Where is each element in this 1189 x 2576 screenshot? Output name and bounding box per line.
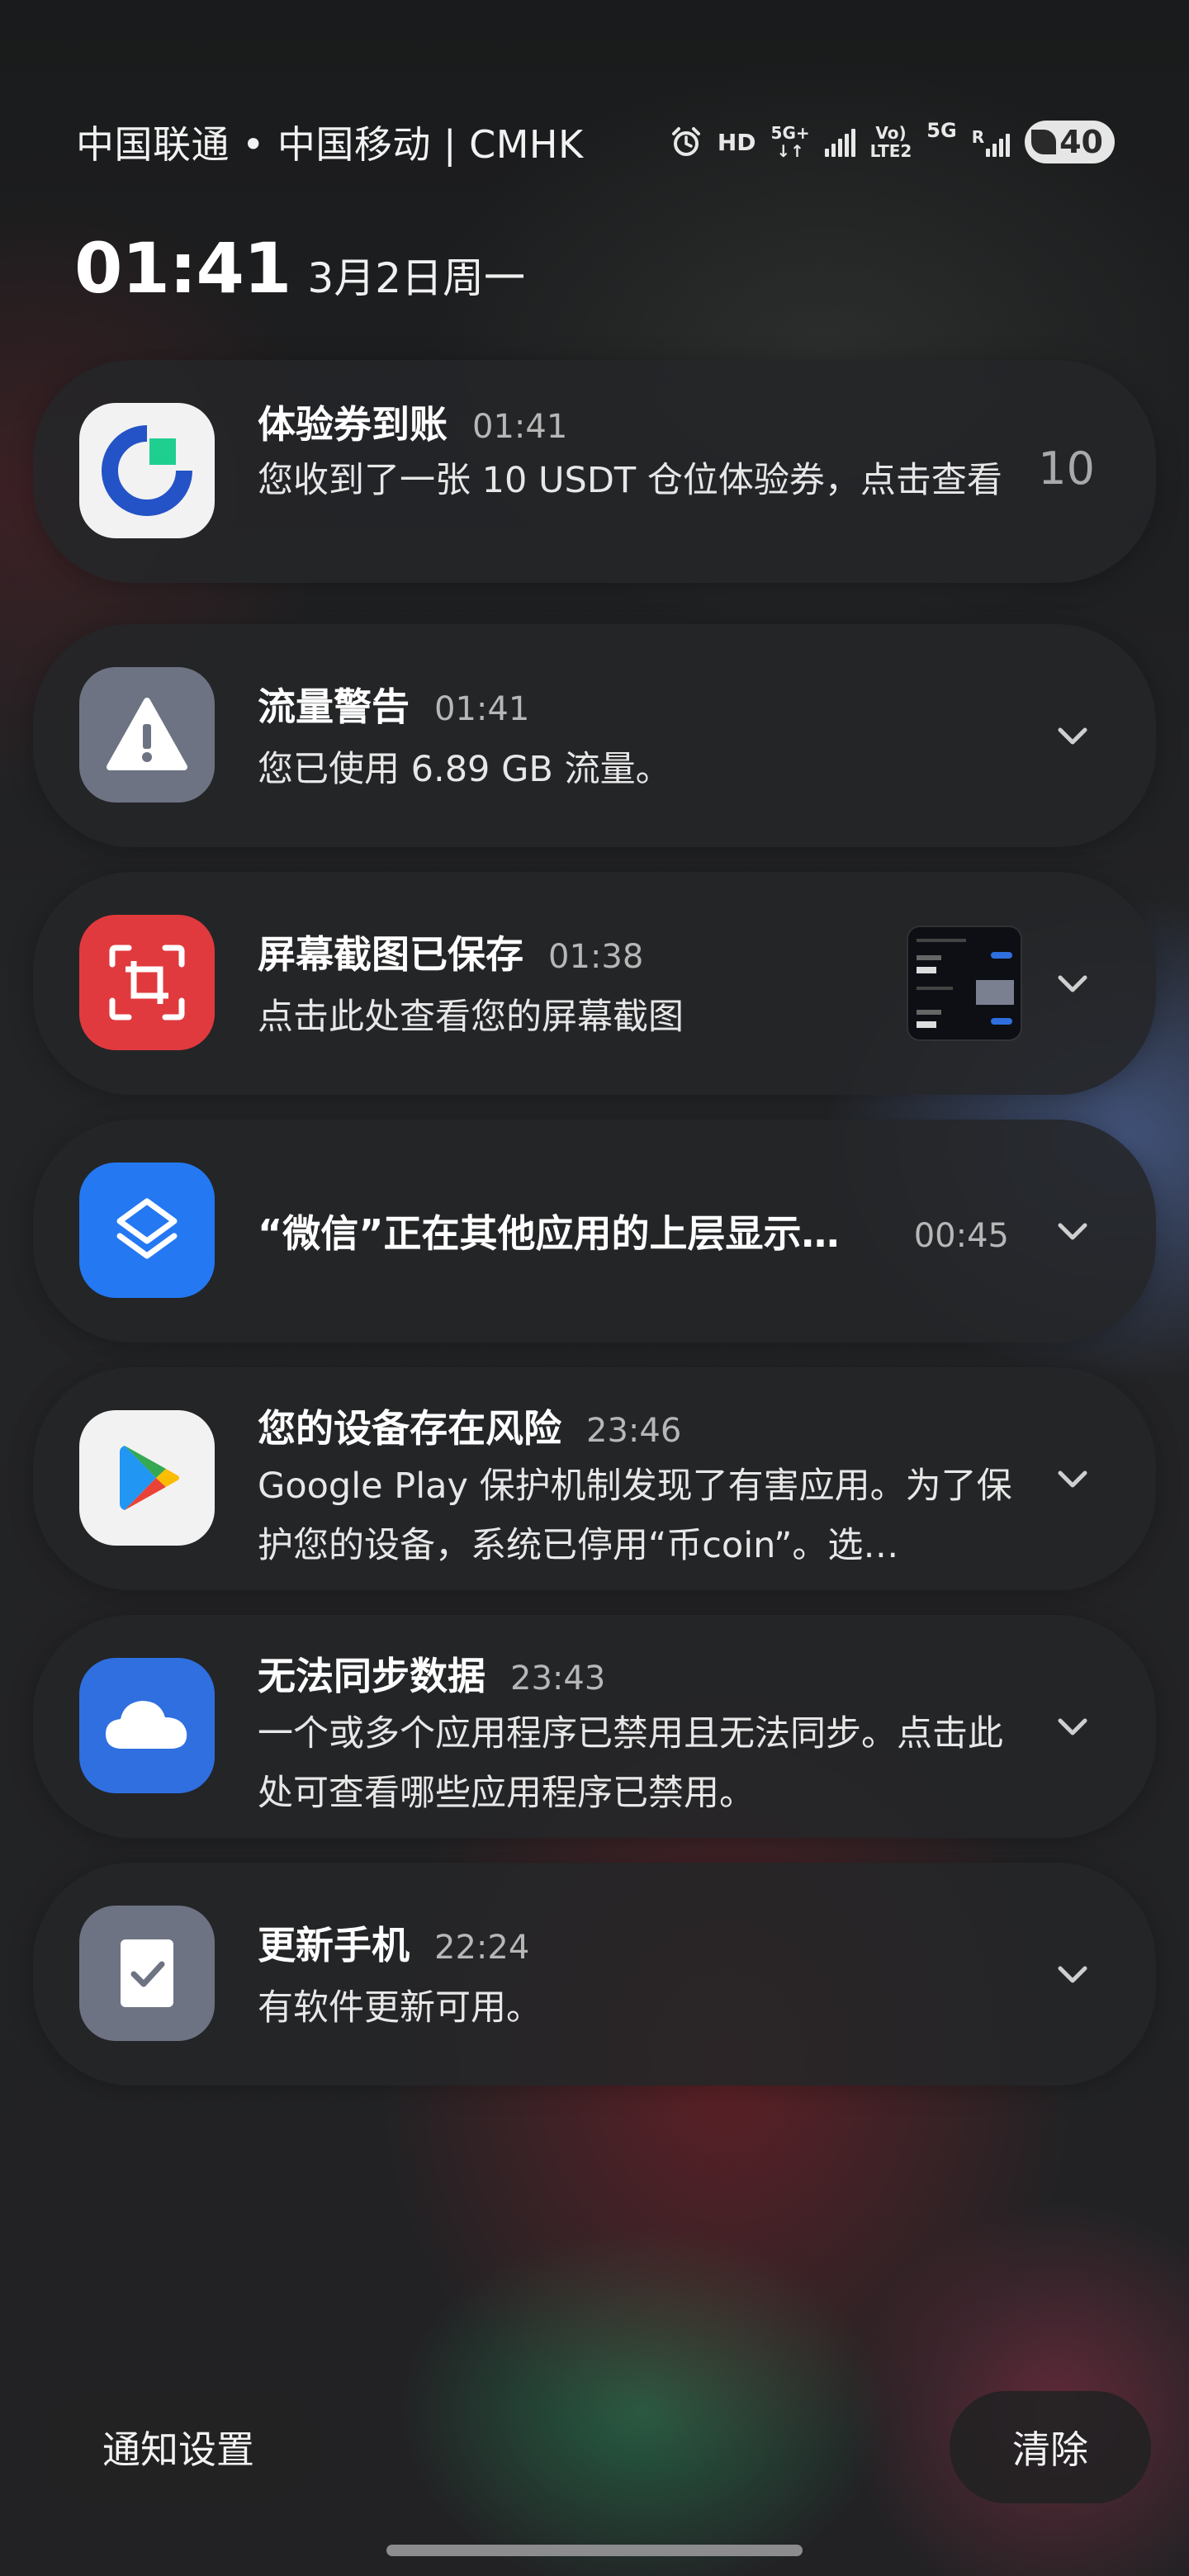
notification-card-screenshot[interactable]: 屏幕截图已保存 01:38 点击此处查看您的屏幕截图 bbox=[33, 872, 1156, 1095]
clock-date: 3月2日周一 bbox=[307, 254, 526, 302]
notification-time: 01:41 bbox=[472, 408, 568, 446]
battery-level: 40 bbox=[1059, 124, 1103, 160]
header-clock: 01:41 3月2日周一 bbox=[74, 228, 525, 309]
notification-card-wechat-overlay[interactable]: “微信”正在其他应用的上层显示… 00:45 bbox=[33, 1120, 1156, 1342]
notification-card-data-warning[interactable]: 流量警告 01:41 您已使用 6.89 GB 流量。 bbox=[33, 624, 1156, 847]
notification-card-device-risk[interactable]: 您的设备存在风险 23:46 Google Play 保护机制发现了有害应用。为… bbox=[33, 1367, 1156, 1590]
roaming-label: R bbox=[971, 127, 985, 147]
volte-label: Vo) bbox=[875, 123, 907, 143]
notification-body: 有软件更新可用。 bbox=[258, 1987, 542, 2029]
notification-time: 01:41 bbox=[434, 690, 530, 728]
notification-time: 23:43 bbox=[510, 1660, 606, 1698]
power-saving-leaf-icon bbox=[1031, 130, 1057, 154]
notification-time: 00:45 bbox=[913, 1217, 1009, 1255]
notification-title: 无法同步数据 bbox=[258, 1654, 486, 1698]
chevron-down-icon[interactable] bbox=[1054, 1955, 1092, 1993]
lte2-label: LTE2 bbox=[869, 141, 912, 161]
chevron-down-icon[interactable] bbox=[1054, 1460, 1092, 1498]
notification-title: “微信”正在其他应用的上层显示… bbox=[258, 1211, 840, 1256]
notification-title: 流量警告 bbox=[258, 684, 410, 729]
signal-icon bbox=[824, 127, 855, 157]
notification-count: 10 bbox=[1038, 443, 1095, 495]
notification-title: 更新手机 bbox=[258, 1923, 410, 1968]
crypto-exchange-icon bbox=[79, 403, 215, 538]
clear-all-button[interactable]: 清除 bbox=[950, 2391, 1151, 2503]
data-arrows-icon: ↓↑ bbox=[776, 141, 804, 161]
battery-indicator: 40 bbox=[1025, 121, 1115, 163]
cloud-icon bbox=[79, 1658, 215, 1793]
notification-card-software-update[interactable]: 更新手机 22:24 有软件更新可用。 bbox=[33, 1863, 1156, 2086]
alarm-icon bbox=[671, 127, 700, 156]
chevron-down-icon[interactable] bbox=[1054, 717, 1092, 755]
notification-time: 22:24 bbox=[434, 1929, 530, 1967]
warning-icon bbox=[79, 667, 215, 803]
notification-body: 您收到了一张 10 USDT 仓位体验券，点击查看 bbox=[258, 460, 1002, 501]
notification-title: 体验券到账 bbox=[258, 402, 448, 447]
notification-card-voucher[interactable]: 体验券到账 01:41 您收到了一张 10 USDT 仓位体验券，点击查看 10 bbox=[33, 360, 1156, 583]
notification-body: 您已使用 6.89 GB 流量。 bbox=[258, 749, 671, 790]
notification-body: 一个或多个应用程序已禁用且无法同步。点击此处可查看哪些应用程序已禁用。 bbox=[258, 1713, 1003, 1814]
home-indicator[interactable] bbox=[386, 2545, 803, 2556]
notification-card-sync-failed[interactable]: 无法同步数据 23:43 一个或多个应用程序已禁用且无法同步。点击此处可查看哪些… bbox=[33, 1615, 1156, 1838]
notification-time: 01:38 bbox=[548, 938, 644, 976]
chevron-down-icon[interactable] bbox=[1054, 1707, 1092, 1745]
notification-body: Google Play 保护机制发现了有害应用。为了保护您的设备，系统已停用“币… bbox=[258, 1466, 1012, 1566]
carrier-label: 中国联通 • 中国移动 | CMHK bbox=[76, 122, 584, 167]
signal-icon-2 bbox=[986, 127, 1011, 157]
google-play-icon bbox=[79, 1410, 215, 1546]
clock-time: 01:41 bbox=[74, 228, 291, 309]
hd-indicator: HD bbox=[717, 128, 756, 156]
software-update-icon bbox=[79, 1906, 215, 2041]
screenshot-icon bbox=[79, 915, 215, 1050]
status-icons: HD 5G+ ↓↑ Vo) LTE2 5G R 40 bbox=[670, 116, 1115, 168]
chevron-down-icon[interactable] bbox=[1054, 964, 1092, 1002]
roaming-signal: R bbox=[971, 127, 1011, 157]
network-5g-plus: 5G+ ↓↑ bbox=[771, 124, 810, 160]
chevron-down-icon[interactable] bbox=[1054, 1212, 1092, 1250]
notification-body: 点击此处查看您的屏幕截图 bbox=[258, 997, 684, 1038]
network-5g-label: 5G bbox=[926, 119, 957, 142]
notification-title: 您的设备存在风险 bbox=[258, 1406, 561, 1451]
screenshot-thumbnail[interactable] bbox=[908, 927, 1021, 1039]
network-5g-plus-label: 5G+ bbox=[770, 123, 810, 143]
layers-icon bbox=[79, 1163, 215, 1298]
notification-settings-button[interactable]: 通知设置 bbox=[40, 2391, 317, 2503]
volte-indicator: Vo) LTE2 bbox=[870, 124, 912, 160]
notification-time: 23:46 bbox=[586, 1412, 682, 1450]
notification-title: 屏幕截图已保存 bbox=[258, 932, 523, 977]
